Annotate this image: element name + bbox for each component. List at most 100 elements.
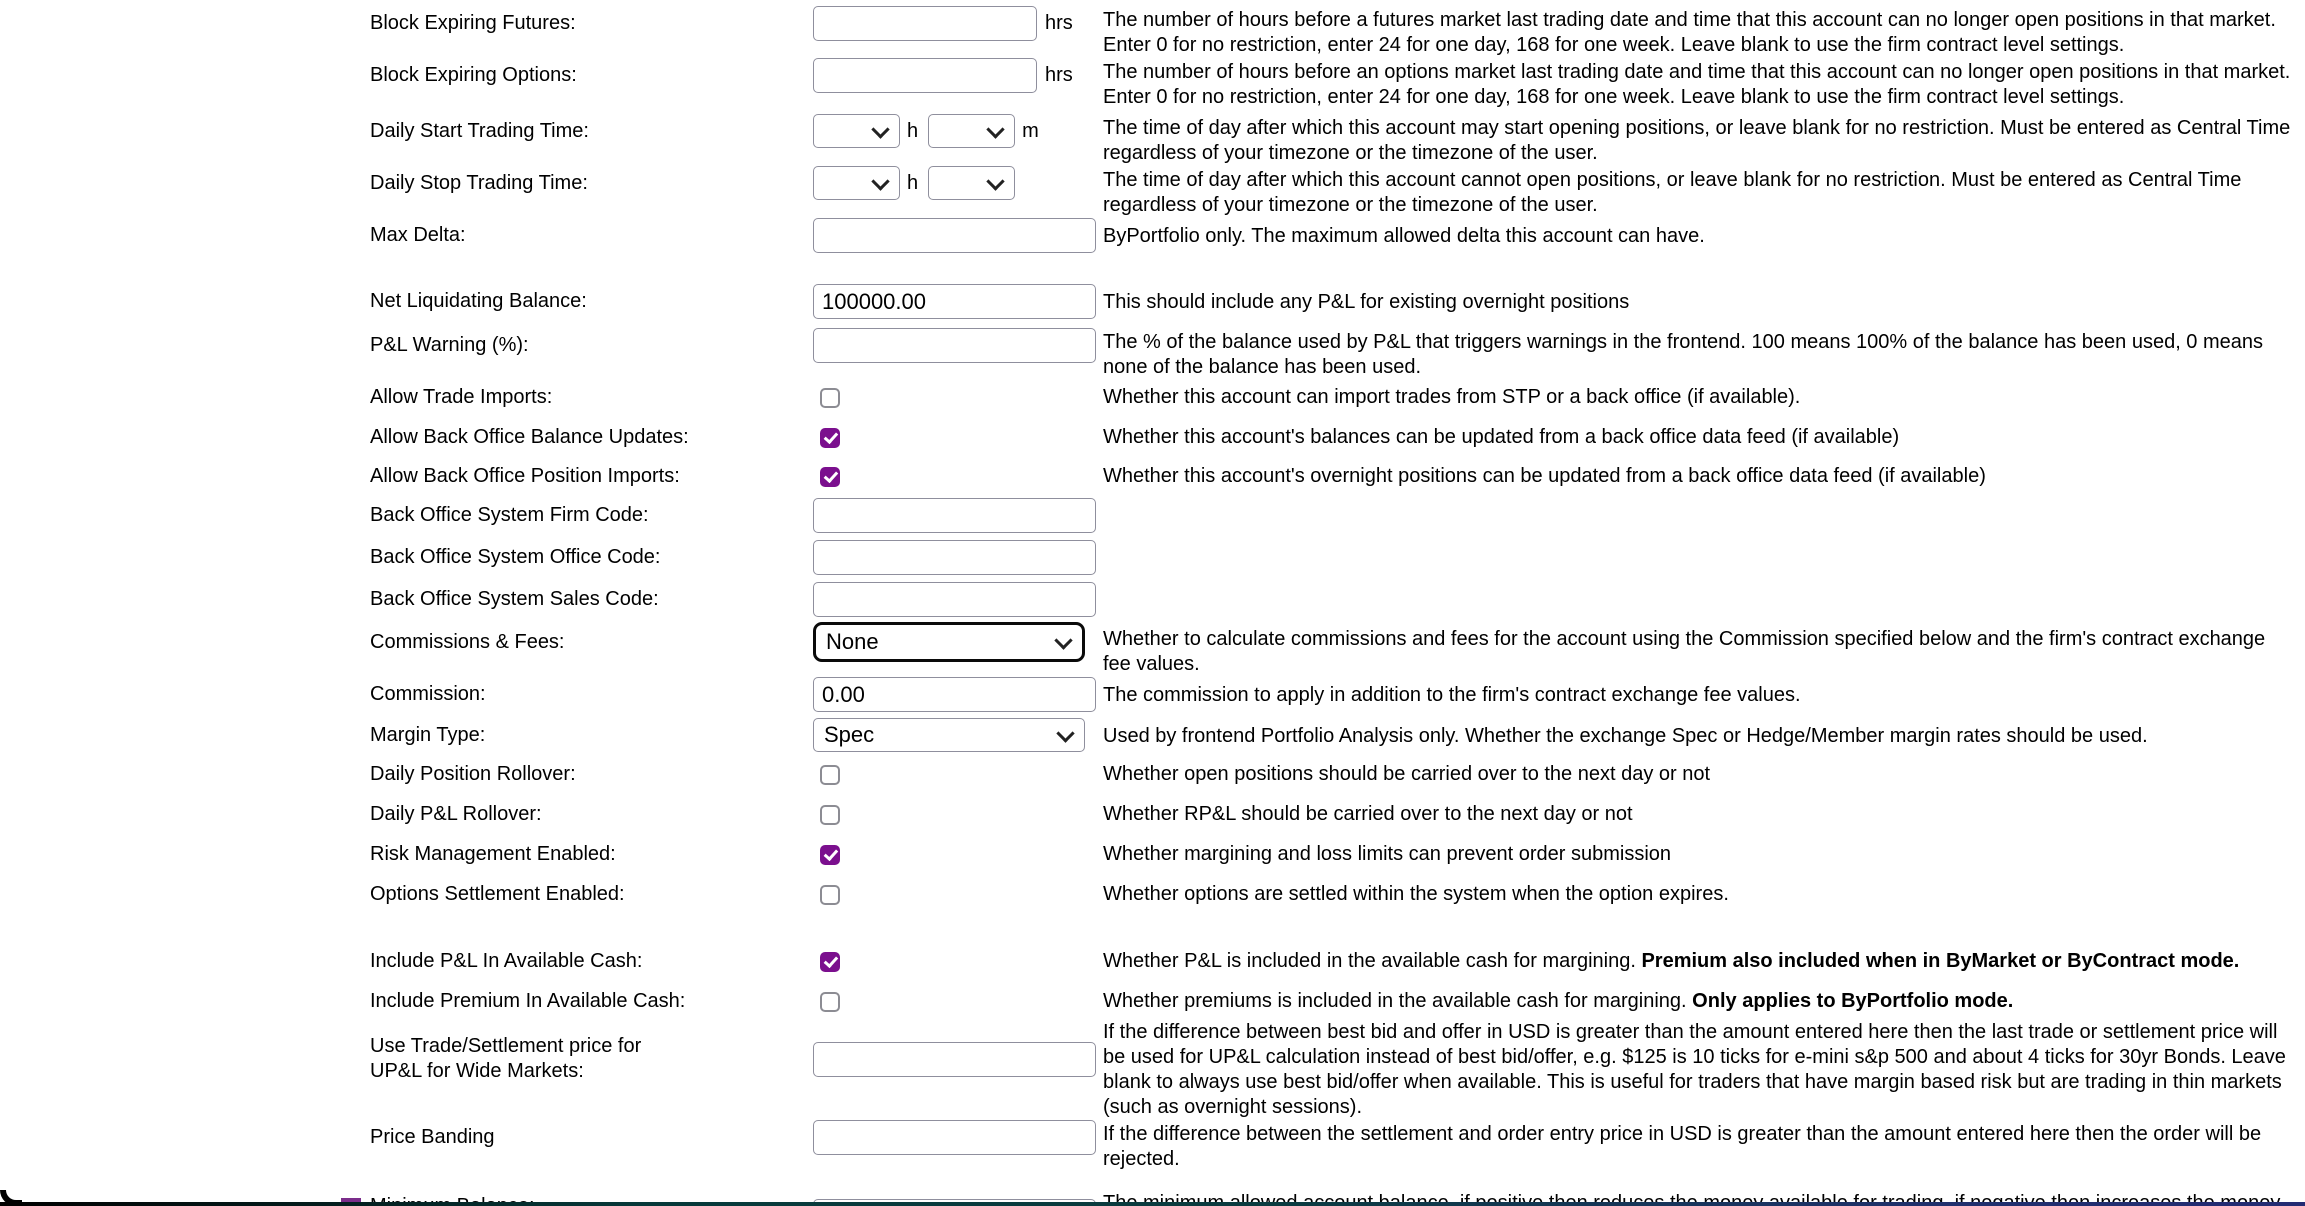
- back-office-sales-code-input[interactable]: [813, 582, 1096, 617]
- description-bold-text: Only applies to ByPortfolio mode.: [1687, 990, 2014, 1012]
- row-commissions-fees: Commissions & Fees: None Whether to calc…: [370, 625, 2305, 677]
- row-risk-management-enabled: Risk Management Enabled: Whether margini…: [370, 842, 2305, 867]
- field-description: [1103, 540, 2295, 542]
- commission-input[interactable]: [813, 677, 1096, 712]
- row-back-office-firm-code: Back Office System Firm Code:: [370, 498, 2305, 533]
- field-label: Daily Stop Trading Time:: [370, 166, 813, 200]
- hour-unit-label: h: [907, 166, 918, 200]
- options-settlement-enabled-checkbox[interactable]: [820, 885, 840, 905]
- allow-back-office-balance-updates-checkbox[interactable]: [820, 428, 840, 448]
- form-rows: Block Expiring Futures: hrs The number o…: [0, 0, 2305, 1206]
- row-daily-start-trading-time: Daily Start Trading Time: h m The time o…: [370, 114, 2305, 166]
- field-description: Whether this account can import trades f…: [1103, 385, 2295, 410]
- allow-back-office-position-imports-checkbox[interactable]: [820, 467, 840, 487]
- field-label: Block Expiring Futures:: [370, 6, 813, 41]
- field-description: The time of day after which this account…: [1103, 114, 2295, 166]
- description-bold-text: Premium also included when in ByMarket o…: [1636, 950, 2239, 972]
- field-label: Include Premium In Available Cash:: [370, 989, 813, 1014]
- field-description: Whether this account's overnight positio…: [1103, 464, 2295, 489]
- allow-trade-imports-checkbox[interactable]: [820, 388, 840, 408]
- field-description: The % of the balance used by P&L that tr…: [1103, 328, 2295, 380]
- row-daily-stop-trading-time: Daily Stop Trading Time: h The time of d…: [370, 166, 2305, 218]
- row-use-trade-settlement-price: Use Trade/Settlement price for UP&L for …: [370, 1020, 2305, 1120]
- pl-warning-input[interactable]: [813, 328, 1096, 363]
- field-description: The number of hours before an options ma…: [1103, 58, 2295, 110]
- field-label: Max Delta:: [370, 218, 813, 253]
- row-allow-back-office-balance-updates: Allow Back Office Balance Updates: Wheth…: [370, 425, 2305, 450]
- max-delta-input[interactable]: [813, 218, 1096, 253]
- daily-pl-rollover-checkbox[interactable]: [820, 805, 840, 825]
- field-description: Whether P&L is included in the available…: [1103, 949, 2295, 974]
- daily-position-rollover-checkbox[interactable]: [820, 765, 840, 785]
- field-description: Whether premiums is included in the avai…: [1103, 989, 2295, 1014]
- row-margin-type: Margin Type: Spec Used by frontend Portf…: [370, 718, 2305, 753]
- field-description: The commission to apply in addition to t…: [1103, 677, 2295, 708]
- field-description: Whether to calculate commissions and fee…: [1103, 625, 2295, 677]
- field-label: Net Liquidating Balance:: [370, 284, 813, 319]
- field-label: Daily Position Rollover:: [370, 762, 813, 787]
- field-description: Whether RP&L should be carried over to t…: [1103, 802, 2295, 827]
- row-options-settlement-enabled: Options Settlement Enabled: Whether opti…: [370, 882, 2305, 907]
- field-description: If the difference between best bid and o…: [1103, 1020, 2295, 1120]
- row-net-liquidating-balance: Net Liquidating Balance: This should inc…: [370, 284, 2305, 319]
- bottom-edge-line: [0, 1202, 2305, 1206]
- hrs-unit-label: hrs: [1045, 6, 1073, 41]
- block-expiring-options-input[interactable]: [813, 58, 1037, 93]
- field-label: Daily P&L Rollover:: [370, 802, 813, 827]
- row-price-banding: Price Banding If the difference between …: [370, 1120, 2305, 1172]
- margin-type-select[interactable]: Spec: [813, 718, 1085, 752]
- field-description: Whether margining and loss limits can pr…: [1103, 842, 2295, 867]
- back-office-office-code-input[interactable]: [813, 540, 1096, 575]
- row-pl-warning: P&L Warning (%): The % of the balance us…: [370, 328, 2305, 380]
- use-trade-settlement-price-input[interactable]: [813, 1042, 1096, 1077]
- hour-unit-label: h: [907, 114, 918, 148]
- field-label: Include P&L In Available Cash:: [370, 949, 813, 974]
- row-block-expiring-options: Block Expiring Options: hrs The number o…: [370, 58, 2305, 110]
- row-daily-pl-rollover: Daily P&L Rollover: Whether RP&L should …: [370, 802, 2305, 827]
- chevron-down-icon: [986, 120, 1004, 138]
- field-description: The time of day after which this account…: [1103, 166, 2295, 218]
- row-allow-back-office-position-imports: Allow Back Office Position Imports: Whet…: [370, 464, 2305, 489]
- field-label: Risk Management Enabled:: [370, 842, 813, 867]
- account-settings-form: Block Expiring Futures: hrs The number o…: [0, 0, 2305, 1206]
- block-expiring-futures-input[interactable]: [813, 6, 1037, 41]
- row-back-office-sales-code: Back Office System Sales Code:: [370, 582, 2305, 617]
- row-include-premium-in-available-cash: Include Premium In Available Cash: Wheth…: [370, 989, 2305, 1014]
- row-max-delta: Max Delta: ByPortfolio only. The maximum…: [370, 218, 2305, 253]
- field-label: Commissions & Fees:: [370, 625, 813, 660]
- field-label: Use Trade/Settlement price for UP&L for …: [370, 1034, 813, 1084]
- net-liquidating-balance-input[interactable]: [813, 284, 1096, 319]
- field-label: P&L Warning (%):: [370, 328, 813, 363]
- field-description: If the difference between the settlement…: [1103, 1120, 2295, 1172]
- row-block-expiring-futures: Block Expiring Futures: hrs The number o…: [370, 6, 2305, 58]
- field-label: Allow Trade Imports:: [370, 385, 813, 410]
- field-description: Whether options are settled within the s…: [1103, 882, 2295, 907]
- include-premium-available-cash-checkbox[interactable]: [820, 992, 840, 1012]
- row-back-office-office-code: Back Office System Office Code:: [370, 540, 2305, 575]
- include-pl-available-cash-checkbox[interactable]: [820, 952, 840, 972]
- risk-management-enabled-checkbox[interactable]: [820, 845, 840, 865]
- chevron-down-icon: [871, 120, 889, 138]
- field-label: Back Office System Firm Code:: [370, 498, 813, 533]
- field-label: Back Office System Sales Code:: [370, 582, 813, 617]
- commissions-fees-select[interactable]: None: [813, 622, 1085, 662]
- field-description: Whether open positions should be carried…: [1103, 762, 2295, 787]
- start-minute-select[interactable]: [928, 114, 1015, 148]
- field-label: Allow Back Office Position Imports:: [370, 464, 813, 489]
- chevron-down-icon: [1056, 724, 1074, 742]
- field-description: The number of hours before a futures mar…: [1103, 6, 2295, 58]
- select-value: Spec: [824, 722, 874, 748]
- row-allow-trade-imports: Allow Trade Imports: Whether this accoun…: [370, 385, 2305, 410]
- field-description: This should include any P&L for existing…: [1103, 284, 2295, 315]
- stop-minute-select[interactable]: [928, 166, 1015, 200]
- field-description: Used by frontend Portfolio Analysis only…: [1103, 718, 2295, 749]
- price-banding-input[interactable]: [813, 1120, 1096, 1155]
- stop-hour-select[interactable]: [813, 166, 900, 200]
- select-value: None: [826, 629, 879, 655]
- hrs-unit-label: hrs: [1045, 58, 1073, 93]
- start-hour-select[interactable]: [813, 114, 900, 148]
- back-office-firm-code-input[interactable]: [813, 498, 1096, 533]
- field-label: Margin Type:: [370, 718, 813, 753]
- field-label: Back Office System Office Code:: [370, 540, 813, 575]
- chevron-down-icon: [871, 172, 889, 190]
